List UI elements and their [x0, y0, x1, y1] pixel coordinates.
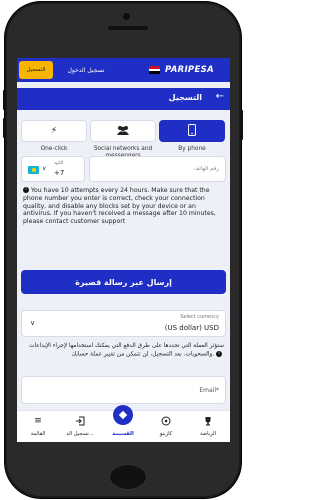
nav-item-login[interactable]: تسجيل الد... — [59, 411, 101, 442]
login-icon — [59, 416, 101, 429]
back-arrow-icon[interactable]: ← — [216, 91, 224, 102]
egypt-flag-icon[interactable] — [149, 66, 160, 74]
currency-note-text: ستؤثر العملة التي تحددها على طرق الدفع ا… — [29, 343, 224, 357]
chevron-down-icon: ∨ — [30, 319, 36, 327]
people-icon — [116, 125, 130, 138]
currency-note: ستؤثر العملة التي تحددها على طرق الدفع ا… — [23, 343, 224, 359]
currency-value: (US dollar) USD — [164, 324, 219, 332]
chevron-down-icon: ∨ — [42, 165, 47, 172]
nav-label-coupon: القسيمة — [112, 431, 134, 437]
nav-label-menu: القائمة — [30, 431, 46, 437]
tab-one-click-label: One-click — [40, 146, 68, 152]
power-button[interactable] — [240, 110, 243, 140]
camera-icon — [123, 13, 130, 20]
bottom-nav: ≡ القائمة تسجيل الد... القسيمة كازينو ال… — [17, 405, 230, 442]
info-icon: i — [216, 350, 222, 357]
brand-logo[interactable]: PARIPESA — [165, 65, 214, 75]
register-button[interactable]: التسجيل — [19, 61, 53, 79]
currency-select[interactable]: ∨ Select currency (US dollar) USD — [21, 310, 226, 337]
email-field[interactable]: Email* — [21, 376, 226, 404]
nav-item-casino[interactable]: كازينو — [145, 411, 187, 442]
currency-label: Select currency — [180, 314, 219, 320]
top-header: التسجيل تسجيل الدخول PARIPESA — [17, 58, 230, 82]
sms-attempts-notice: i You have 10 attempts every 24 hours. Ma… — [23, 187, 224, 226]
country-code-select[interactable]: ∨ الكود +7 — [21, 156, 85, 182]
phone-icon — [188, 123, 196, 139]
page-title: التسجيل — [168, 93, 202, 102]
nav-label-casino: كازينو — [159, 431, 173, 437]
nav-label-sports: الرياضة — [199, 431, 217, 437]
tab-by-phone-label: By phone — [178, 146, 206, 152]
nav-item-coupon[interactable]: القسيمة — [102, 405, 144, 442]
login-button[interactable]: تسجيل الدخول — [57, 61, 115, 79]
phone-number-row: ∨ الكود +7 رقم الهاتف — [21, 156, 226, 182]
tab-social-networks[interactable] — [90, 120, 156, 142]
nav-item-menu[interactable]: ≡ القائمة — [17, 411, 59, 442]
phone-number-input[interactable]: رقم الهاتف — [89, 156, 226, 182]
volume-down-button[interactable] — [3, 118, 6, 138]
title-bar: التسجيل ← — [17, 88, 230, 110]
tab-by-phone[interactable] — [159, 120, 225, 142]
home-button[interactable] — [109, 464, 147, 490]
nav-label-login: تسجيل الد... — [66, 431, 94, 437]
send-sms-button[interactable]: إرسال عبر رسالة قصيرة — [21, 270, 226, 294]
tab-one-click[interactable]: ⚡︎ — [21, 120, 87, 142]
speaker-grille — [108, 26, 148, 30]
nav-item-sports[interactable]: الرياضة — [187, 411, 229, 442]
casino-icon — [145, 416, 187, 429]
kazakhstan-flag-icon — [28, 166, 39, 174]
volume-up-button[interactable] — [3, 90, 6, 110]
trophy-icon — [187, 416, 229, 429]
phone-number-placeholder: رقم الهاتف — [193, 166, 219, 172]
app-screen: التسجيل تسجيل الدخول PARIPESA التسجيل ← … — [17, 58, 230, 442]
code-label: الكود — [54, 161, 64, 166]
info-icon: i — [23, 187, 29, 193]
menu-icon: ≡ — [34, 416, 42, 426]
notice-text: You have 10 attempts every 24 hours. Mak… — [23, 187, 216, 226]
code-value: +7 — [54, 169, 65, 177]
coupon-icon — [113, 405, 133, 425]
email-placeholder: Email* — [199, 387, 219, 394]
lightning-icon: ⚡︎ — [50, 126, 58, 136]
